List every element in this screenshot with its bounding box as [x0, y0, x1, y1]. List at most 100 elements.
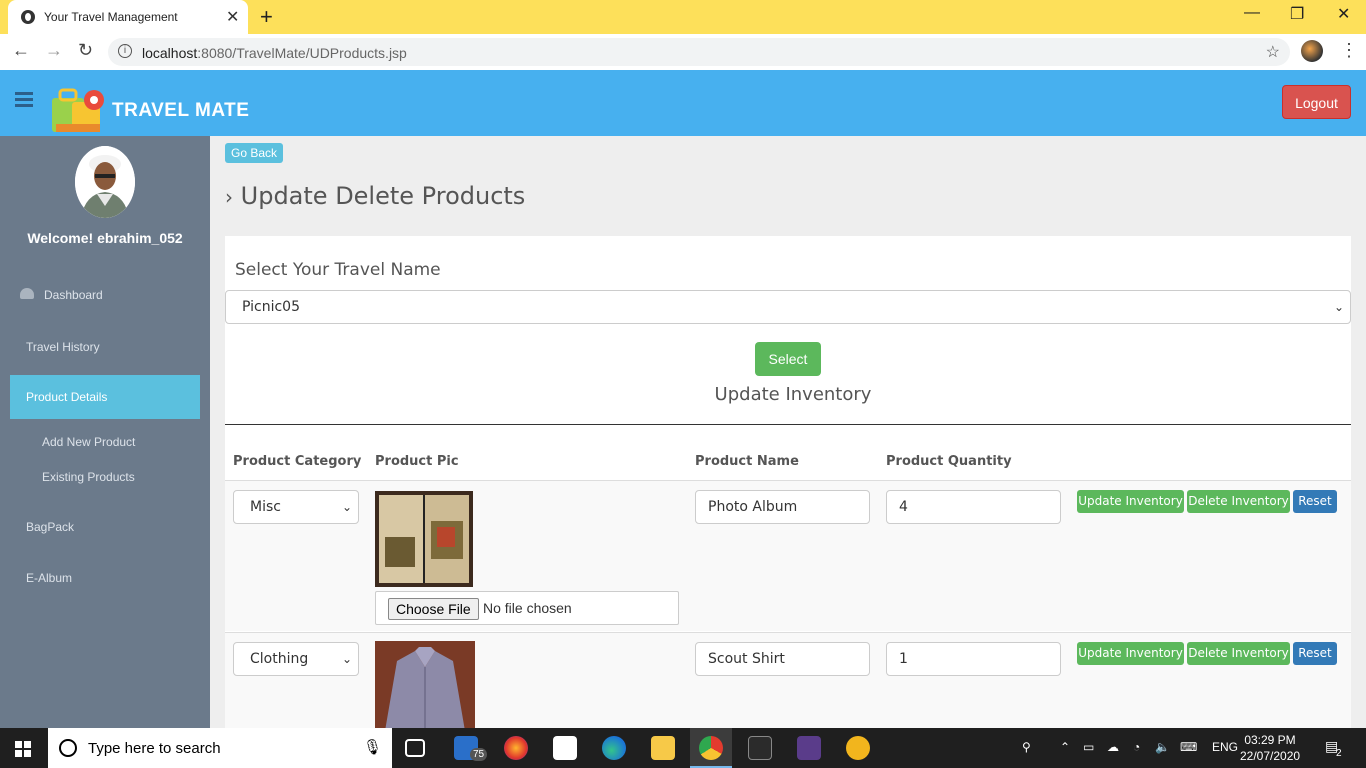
new-tab-icon[interactable]: + [260, 4, 273, 30]
browser-toolbar: ← → ↻ i localhost:8080/TravelMate/UDProd… [0, 34, 1366, 70]
sidebar-item-bagpack[interactable]: BagPack [26, 520, 74, 534]
product-quantity-input[interactable]: 1 [886, 642, 1061, 676]
taskbar-search-box[interactable]: Type here to search 🎙 [48, 728, 392, 768]
browser-tab-strip: Your Travel Management ✕ + — ❐ ✕ [0, 0, 1366, 34]
reload-icon[interactable]: ↻ [78, 40, 93, 61]
taskbar-clock[interactable]: 03:29 PM 22/07/2020 [1240, 732, 1300, 764]
clock-time: 03:29 PM [1244, 733, 1296, 747]
people-icon[interactable]: ⚲ [1022, 740, 1031, 754]
choose-file-button[interactable]: Choose File [388, 598, 479, 620]
tab-title: Your Travel Management [44, 10, 178, 24]
select-travel-label: Select Your Travel Name [235, 260, 441, 280]
update-inventory-button[interactable]: Update Inventory [1077, 642, 1184, 665]
category-value: Clothing [250, 651, 309, 667]
site-info-icon[interactable]: i [118, 44, 132, 58]
welcome-text: Welcome! ebrahim_052 [27, 230, 183, 246]
update-inventory-button[interactable]: Update Inventory [1077, 490, 1184, 513]
search-placeholder: Type here to search [88, 740, 221, 757]
sidebar-item-product-details[interactable]: Product Details [10, 375, 200, 419]
column-header-category: Product Category [233, 454, 362, 469]
minimize-icon[interactable]: — [1244, 4, 1260, 22]
task-view-icon[interactable] [405, 739, 425, 757]
travel-mate-logo-icon [52, 88, 104, 132]
column-header-pic: Product Pic [375, 454, 459, 469]
mail-badge: 75 [470, 748, 488, 761]
profile-avatar-icon[interactable] [1301, 40, 1323, 62]
table-row: Misc ⌄ Choose File No file chosen Photo … [225, 480, 1351, 631]
hamburger-menu-icon[interactable] [15, 92, 33, 110]
url-path: :8080/TravelMate/UDProducts.jsp [197, 45, 407, 61]
windows-taskbar: Type here to search 🎙 75 ⚲ ⌃ ▭ ☁ ◔ 🔈 ⌨ E… [0, 728, 1366, 768]
windows-start-icon[interactable] [15, 741, 31, 757]
file-input[interactable]: Choose File No file chosen [375, 591, 679, 625]
go-back-button[interactable]: Go Back [225, 143, 284, 163]
sidebar-item-e-album[interactable]: E-Album [26, 571, 72, 585]
eclipse-icon[interactable] [797, 736, 821, 760]
url-text: localhost:8080/TravelMate/UDProducts.jsp [142, 45, 407, 61]
microphone-icon[interactable]: 🎙 [363, 738, 382, 756]
reset-button[interactable]: Reset [1293, 490, 1337, 513]
delete-inventory-button[interactable]: Delete Inventory [1187, 490, 1290, 513]
chrome-icon [699, 736, 723, 760]
onedrive-icon[interactable]: ☁ [1107, 740, 1119, 754]
clock-date: 22/07/2020 [1240, 749, 1301, 763]
file-status: No file chosen [483, 600, 572, 616]
column-header-name: Product Name [695, 454, 799, 469]
page-title-text: Update Delete Products [240, 182, 526, 210]
cortana-icon [59, 739, 77, 757]
product-name-input[interactable]: Scout Shirt [695, 642, 870, 676]
chevron-right-icon: › [225, 185, 233, 209]
app-header: TRAVEL MATE Logout [0, 70, 1366, 136]
chevron-down-icon: ⌄ [341, 500, 352, 514]
tab-close-icon[interactable]: ✕ [226, 7, 239, 27]
category-value: Misc [250, 499, 281, 515]
photo-album-image [375, 491, 473, 587]
category-select[interactable]: Misc ⌄ [233, 490, 359, 524]
category-select[interactable]: Clothing ⌄ [233, 642, 359, 676]
chrome-taskbar-active[interactable] [690, 728, 732, 768]
restore-icon[interactable]: ❐ [1290, 4, 1304, 24]
dashboard-icon [20, 288, 34, 299]
edge-icon[interactable] [602, 736, 626, 760]
url-host: localhost [142, 45, 198, 61]
back-icon[interactable]: ← [12, 40, 30, 61]
brand-name: TRAVEL MATE [112, 100, 250, 121]
address-bar[interactable]: i localhost:8080/TravelMate/UDProducts.j… [108, 38, 1290, 66]
terminal-icon[interactable] [748, 736, 772, 760]
forward-icon[interactable]: → [45, 40, 63, 61]
page-title: › Update Delete Products [225, 182, 525, 210]
sidebar-item-travel-history[interactable]: Travel History [26, 340, 100, 354]
store-icon[interactable] [553, 736, 577, 760]
chevron-down-icon: ⌄ [1333, 300, 1344, 314]
file-explorer-icon[interactable] [651, 736, 675, 760]
browser-tab[interactable]: Your Travel Management ✕ [8, 0, 248, 34]
bookmark-star-icon[interactable]: ☆ [1266, 42, 1280, 62]
language-indicator[interactable]: ENG [1212, 740, 1238, 754]
product-name-input[interactable]: Photo Album [695, 490, 870, 524]
product-quantity-input[interactable]: 4 [886, 490, 1061, 524]
update-inventory-title: Update Inventory [714, 384, 872, 405]
sidebar-item-add-new-product[interactable]: Add New Product [42, 435, 135, 449]
window-close-icon[interactable]: ✕ [1337, 4, 1350, 24]
column-header-quantity: Product Quantity [886, 454, 1012, 469]
reset-button[interactable]: Reset [1293, 642, 1337, 665]
browser-menu-icon[interactable]: ⋮ [1340, 40, 1358, 61]
battery-icon[interactable]: ▭ [1083, 740, 1094, 754]
delete-inventory-button[interactable]: Delete Inventory [1187, 642, 1290, 665]
divider [225, 424, 1351, 425]
wifi-icon[interactable]: ◔ [1133, 740, 1140, 754]
tray-chevron-icon[interactable]: ⌃ [1060, 740, 1070, 754]
travel-name-select[interactable]: Picnic05 ⌄ [225, 290, 1351, 324]
sidebar: Welcome! ebrahim_052 Dashboard Travel Hi… [0, 136, 210, 728]
sidebar-item-dashboard[interactable]: Dashboard [44, 288, 103, 302]
select-button[interactable]: Select [755, 342, 821, 376]
firefox-icon[interactable] [504, 736, 528, 760]
shirt-image [375, 641, 475, 728]
mf-app-icon[interactable] [846, 736, 870, 760]
notification-count: 2 [1336, 748, 1342, 759]
volume-icon[interactable]: 🔈 [1155, 740, 1170, 754]
main-content: Go Back › Update Delete Products Select … [210, 136, 1366, 728]
sidebar-item-existing-products[interactable]: Existing Products [42, 470, 135, 484]
keyboard-icon[interactable]: ⌨ [1180, 740, 1197, 754]
logout-button[interactable]: Logout [1282, 85, 1351, 119]
